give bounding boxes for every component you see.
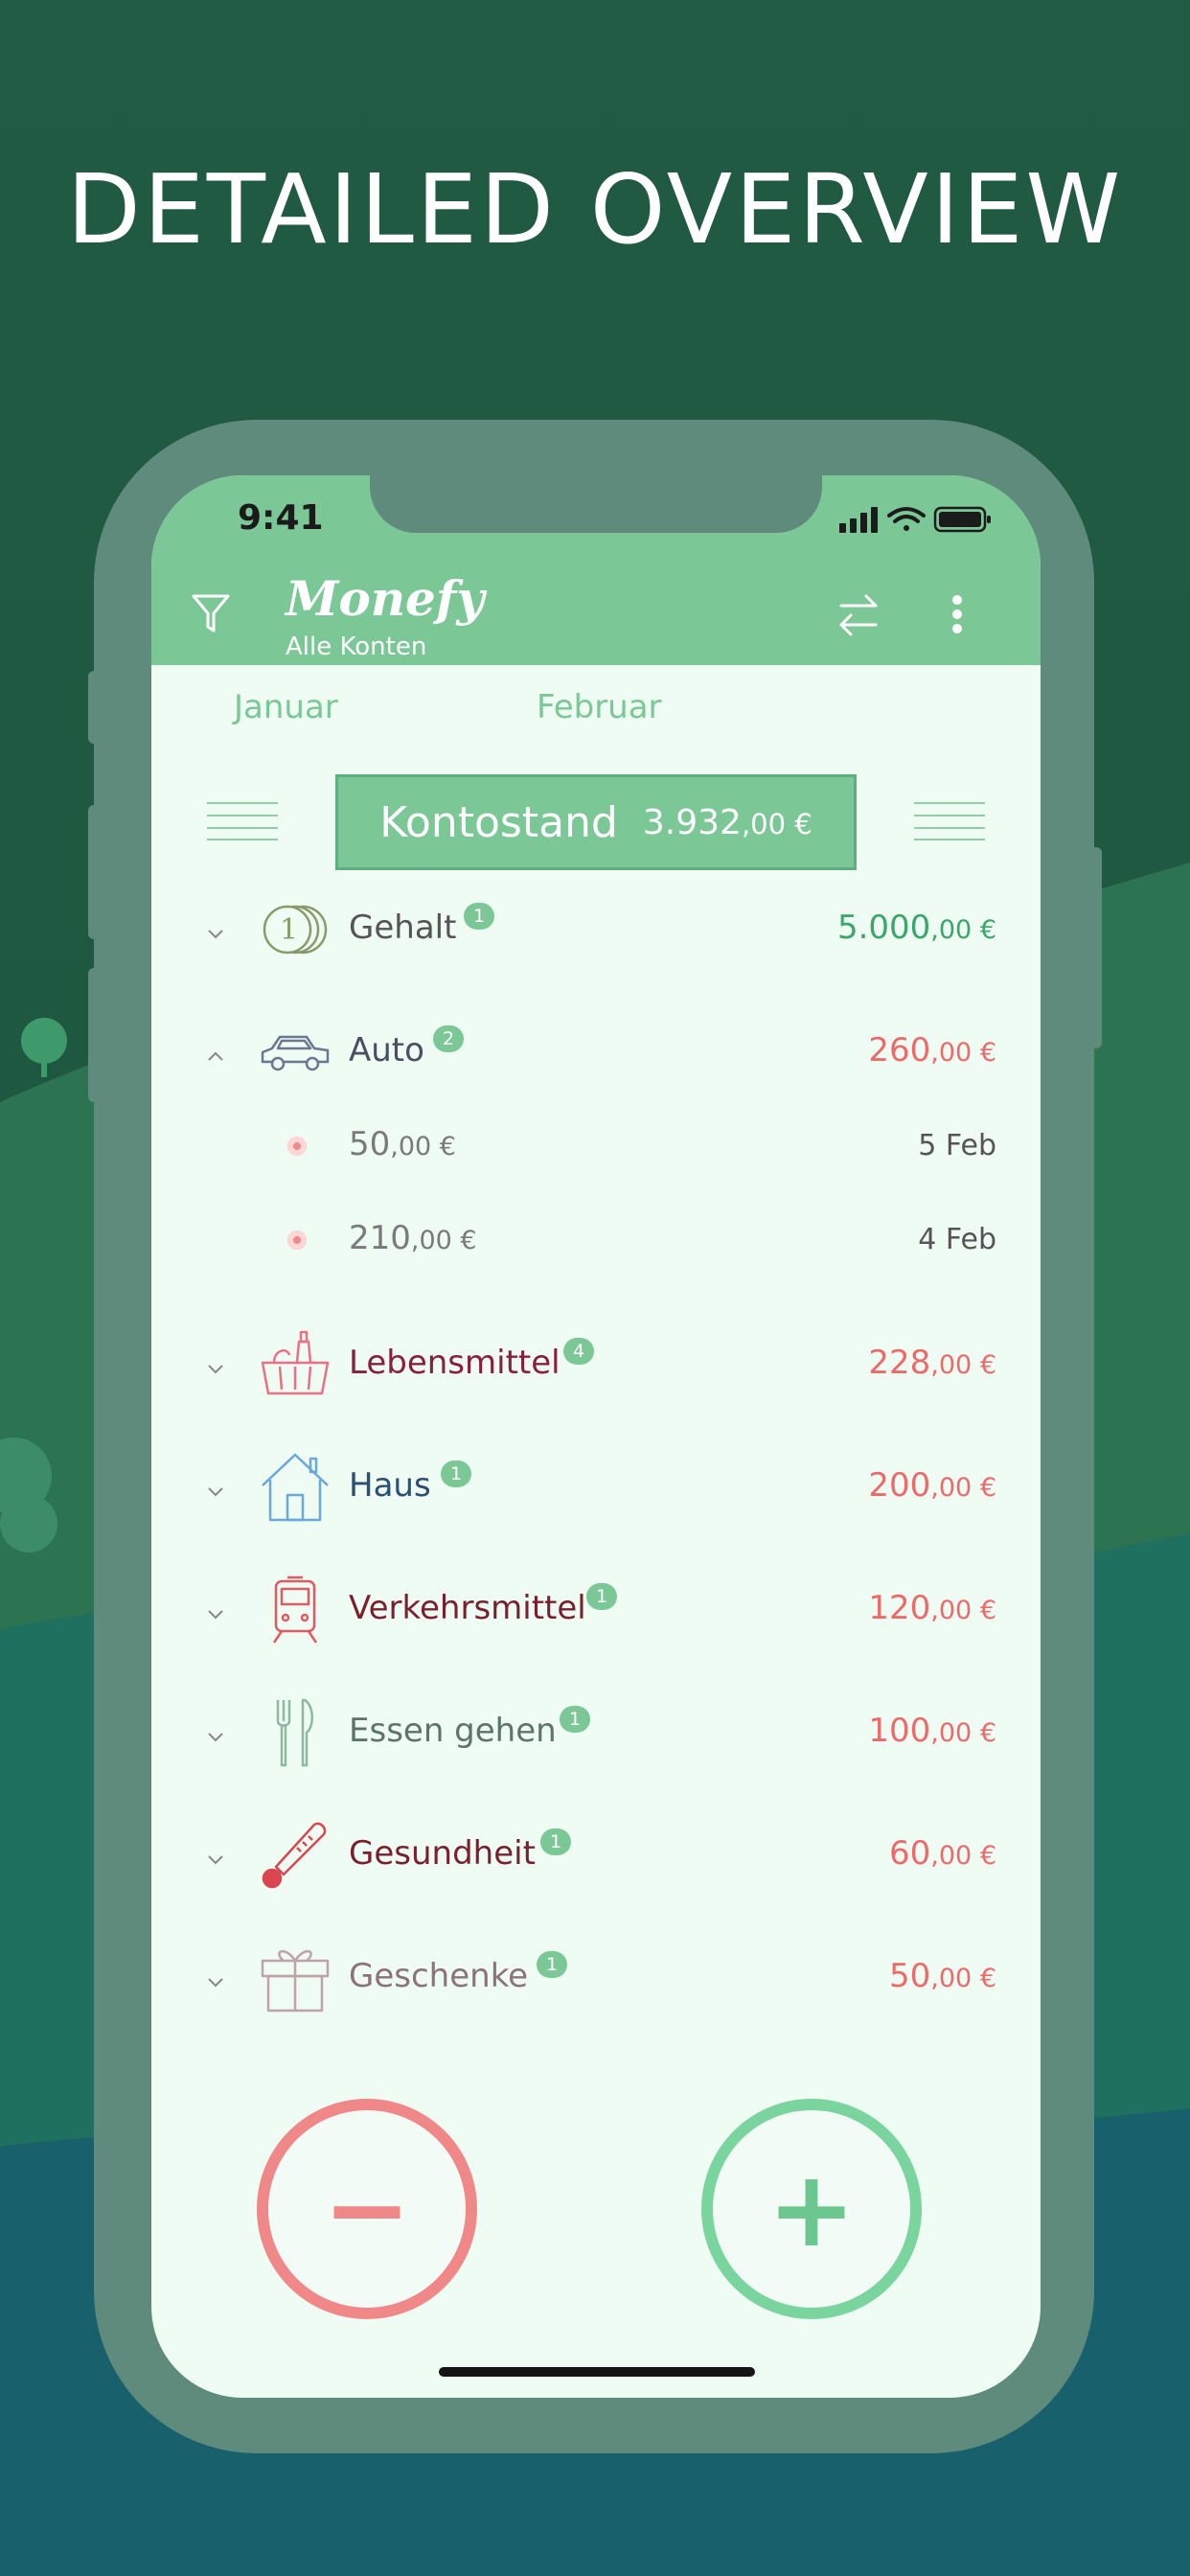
balance-row: Kontostand 3.932,00 € — [151, 774, 1041, 870]
battery-icon — [933, 506, 991, 533]
category-amount: 100,00 € — [868, 1712, 996, 1750]
phone-notch — [370, 475, 822, 533]
status-icons — [839, 504, 993, 539]
app-screen: 9:41 Monefy Alle Konten Januar Februar K… — [151, 475, 1041, 2398]
transaction-date: 5 Feb — [918, 1129, 996, 1162]
thermometer-icon — [262, 1822, 327, 1889]
chevron-down-icon[interactable] — [201, 1355, 230, 1384]
app-logo: Monefy — [286, 570, 485, 627]
category-label: Haus — [349, 1466, 431, 1505]
phone-volume-down — [88, 968, 103, 1102]
chevron-down-icon[interactable] — [201, 1723, 230, 1752]
transaction-amount: 210,00 € — [349, 1219, 477, 1257]
category-row-verkehrsmittel[interactable]: Verkehrsmittel 1 120,00 € — [151, 1568, 1041, 1664]
month-tabs: Januar Februar — [151, 688, 1041, 736]
balance-label: Kontostand — [379, 797, 618, 847]
expense-list-icon[interactable] — [207, 801, 278, 845]
category-label: Auto — [349, 1031, 424, 1070]
transfer-icon[interactable] — [837, 590, 880, 642]
count-badge: 1 — [464, 903, 494, 930]
category-label: Gesundheit — [349, 1834, 536, 1873]
signal-icon — [839, 507, 878, 533]
count-badge: 1 — [560, 1706, 590, 1733]
category-amount: 60,00 € — [889, 1834, 996, 1873]
category-row-gesundheit[interactable]: Gesundheit 1 60,00 € — [151, 1813, 1041, 1909]
category-label: Gehalt — [349, 908, 457, 947]
minus-icon: − — [322, 2148, 412, 2270]
transaction-row[interactable]: 50,00 € 5 Feb — [151, 1112, 1041, 1179]
more-menu-icon[interactable] — [950, 594, 964, 638]
category-amount: 5.000,00 € — [836, 908, 996, 947]
category-row-auto[interactable]: Auto 2 260,00 € — [151, 1010, 1041, 1106]
category-row-lebensmittel[interactable]: Lebensmittel 4 228,00 € — [151, 1322, 1041, 1418]
transaction-date: 4 Feb — [918, 1223, 996, 1256]
transaction-amount: 50,00 € — [349, 1125, 456, 1163]
add-expense-button[interactable]: − — [257, 2099, 477, 2319]
category-amount: 120,00 € — [868, 1589, 996, 1627]
account-selector[interactable]: Alle Konten — [286, 632, 426, 661]
cutlery-icon — [276, 1698, 313, 1767]
count-badge: 1 — [441, 1460, 471, 1487]
category-amount: 260,00 € — [868, 1031, 996, 1070]
promo-headline: DETAILED OVERVIEW — [66, 153, 1124, 265]
count-badge: 4 — [563, 1338, 594, 1365]
svg-text:1: 1 — [280, 913, 298, 947]
count-badge: 1 — [586, 1583, 617, 1610]
tab-month-current[interactable]: Februar — [537, 688, 662, 726]
phone-side-button — [88, 671, 103, 744]
phone-volume-up — [88, 805, 103, 939]
category-amount: 50,00 € — [889, 1957, 996, 1995]
count-badge: 2 — [433, 1025, 464, 1052]
income-list-icon[interactable] — [914, 801, 985, 845]
car-icon — [261, 1035, 330, 1071]
category-row-geschenke[interactable]: Geschenke 1 50,00 € — [151, 1936, 1041, 2032]
tab-month-previous[interactable]: Januar — [234, 688, 338, 726]
category-label: Geschenke — [349, 1957, 529, 1995]
category-label: Lebensmittel — [349, 1344, 561, 1382]
expense-dot-icon — [287, 1230, 307, 1250]
category-row-essen-gehen[interactable]: Essen gehen 1 100,00 € — [151, 1690, 1041, 1786]
chevron-down-icon[interactable] — [201, 1968, 230, 1997]
gift-icon — [261, 1950, 330, 2012]
chevron-down-icon[interactable] — [201, 1600, 230, 1629]
app-toolbar: 9:41 Monefy Alle Konten — [151, 475, 1041, 665]
home-indicator — [439, 2367, 755, 2377]
category-amount: 200,00 € — [868, 1466, 996, 1505]
chevron-down-icon[interactable] — [201, 1846, 230, 1874]
status-time: 9:41 — [238, 498, 324, 538]
wifi-icon — [887, 507, 926, 531]
count-badge: 1 — [540, 1828, 571, 1855]
chevron-up-icon[interactable] — [201, 1043, 230, 1071]
coins-icon: 1 — [263, 905, 328, 954]
add-income-button[interactable]: + — [701, 2099, 922, 2319]
grocery-basket-icon — [261, 1330, 330, 1395]
expense-dot-icon — [287, 1137, 307, 1156]
category-label: Verkehrsmittel — [349, 1589, 586, 1627]
house-icon — [262, 1453, 329, 1522]
count-badge: 1 — [537, 1951, 567, 1978]
plus-icon: + — [767, 2148, 857, 2270]
balance-button[interactable]: Kontostand 3.932,00 € — [335, 774, 857, 870]
transaction-row[interactable]: 210,00 € 4 Feb — [151, 1206, 1041, 1273]
chevron-down-icon[interactable] — [201, 1478, 230, 1506]
category-row-haus[interactable]: Haus 1 200,00 € — [151, 1445, 1041, 1541]
filter-icon[interactable] — [192, 592, 230, 638]
chevron-down-icon[interactable] — [201, 920, 230, 949]
train-icon — [272, 1576, 318, 1644]
category-label: Essen gehen — [349, 1712, 557, 1750]
balance-value: 3.932,00 € — [642, 802, 812, 842]
category-row-gehalt[interactable]: 1 Gehalt 1 5.000,00 € — [151, 887, 1041, 983]
phone-power-button — [1087, 847, 1102, 1048]
category-amount: 228,00 € — [868, 1344, 996, 1382]
